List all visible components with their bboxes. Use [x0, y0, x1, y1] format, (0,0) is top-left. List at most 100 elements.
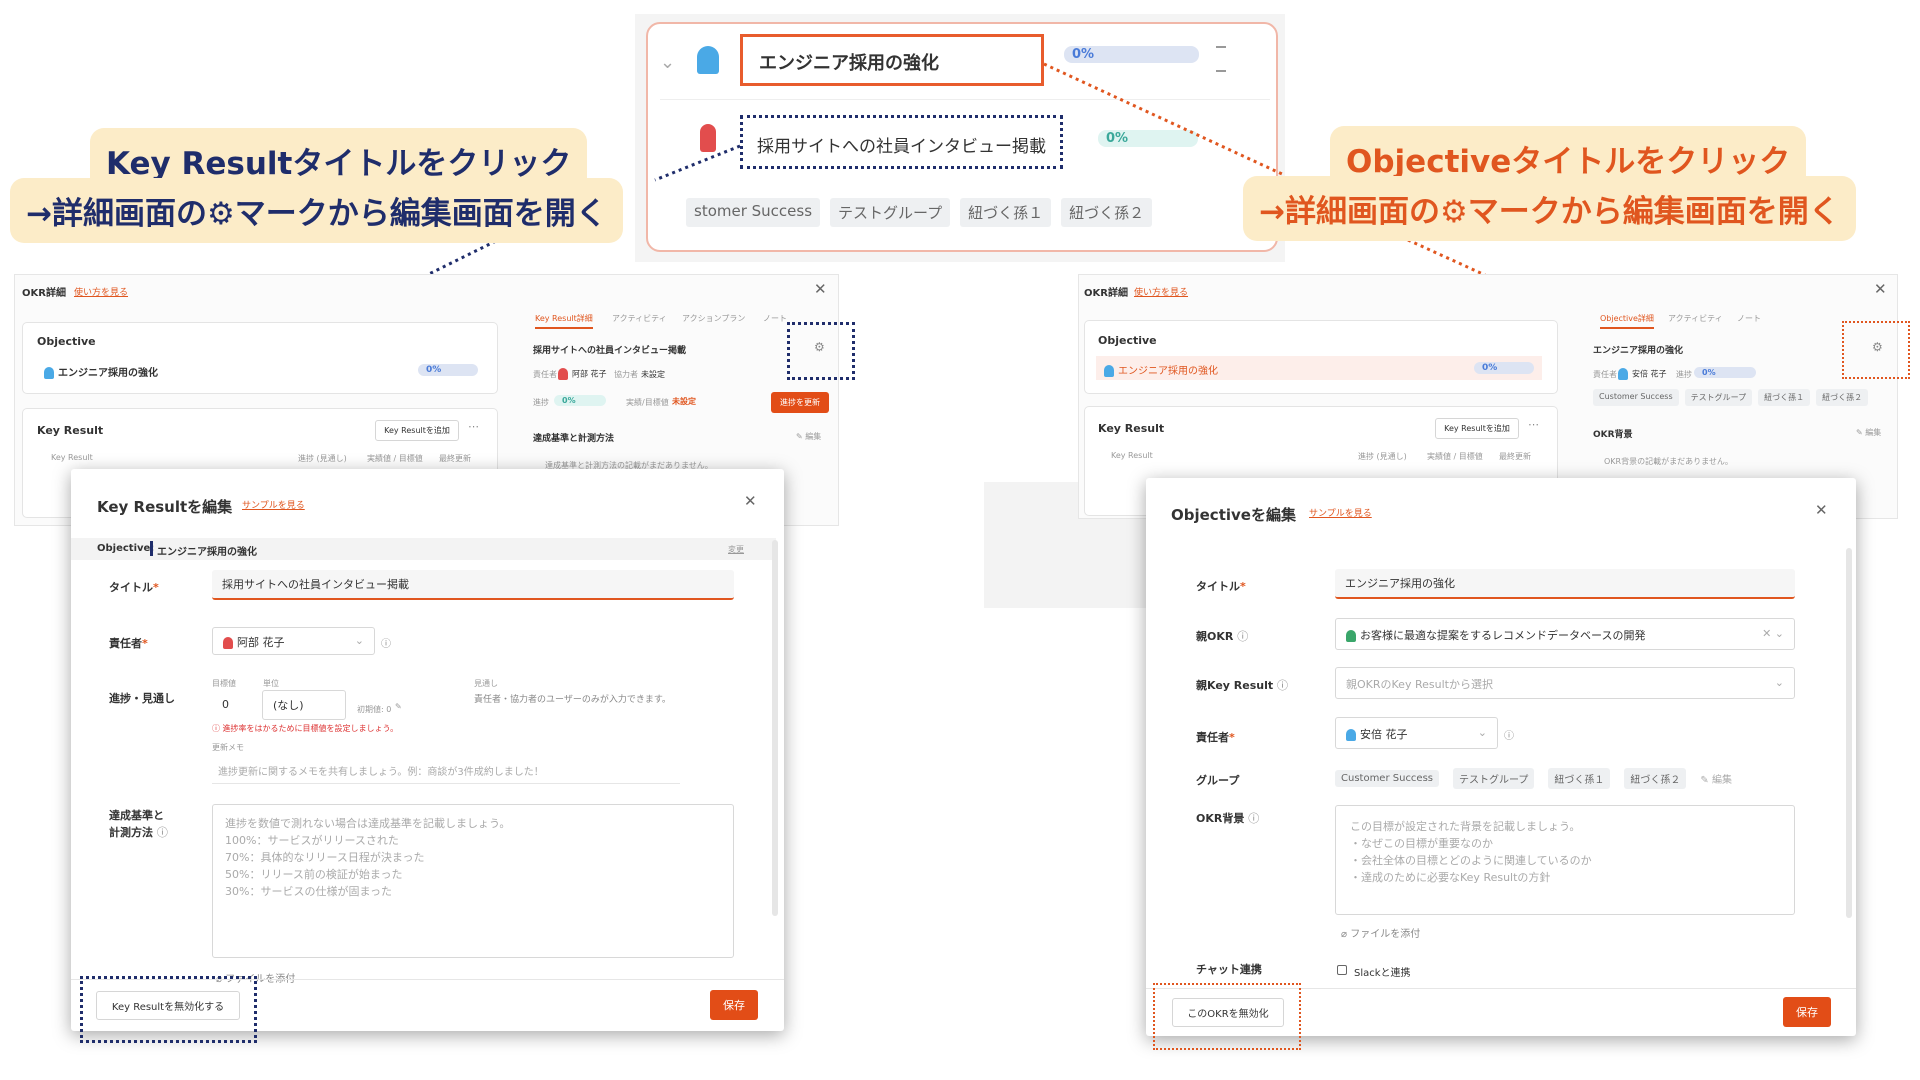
disable-kr-button[interactable]: Key Resultを無効化する [96, 991, 240, 1020]
help-icon[interactable]: ⓘ [381, 635, 391, 650]
obj-progress: 0% [1694, 367, 1756, 378]
bg-line: ・達成のために必要なKey Resultの方針 [1350, 871, 1551, 884]
target-input[interactable]: 0 [212, 692, 258, 720]
more-icon[interactable]: ⋯ [1528, 418, 1539, 431]
disable-okr-button[interactable]: このOKRを無効化 [1172, 998, 1284, 1027]
objective-title[interactable]: エンジニア採用の強化 [44, 364, 158, 379]
avatar-icon [223, 637, 233, 649]
parent-kr-label: 親Key Result ⓘ [1196, 677, 1288, 693]
owner-select[interactable]: 阿部 花子 ⌄ [212, 627, 375, 655]
bg-placeholder: OKR背景の記載がまだありません。 [1604, 457, 1733, 466]
memo-input[interactable]: 進捗更新に関するメモを共有しましょう。例：商談が3件成約しました！ [212, 758, 680, 784]
col-header: 最終更新 [439, 454, 471, 463]
tag: 紐づく孫２ [1624, 768, 1687, 789]
edit-link[interactable]: ✎ 編集 [796, 431, 821, 442]
more-icon[interactable]: ⋯ [468, 420, 479, 433]
clear-icon[interactable]: ✕ ⌄ [1762, 627, 1784, 640]
close-icon[interactable]: ✕ [744, 492, 757, 510]
tab-obj-detail[interactable]: Objective詳細 [1600, 313, 1654, 329]
tab-activity[interactable]: アクティビティ [1668, 313, 1723, 324]
change-link[interactable]: 変更 [728, 544, 744, 555]
avatar-icon [1346, 630, 1356, 642]
bg-line: ・なぜこの目標が重要なのか [1350, 837, 1493, 850]
gear-icon[interactable]: ⚙ [1872, 340, 1883, 354]
outlook-label: 見通し [474, 679, 498, 688]
objective-marker [150, 541, 153, 556]
close-icon[interactable]: ✕ [814, 280, 827, 298]
edit-link[interactable]: ✎ 編集 [1856, 427, 1881, 438]
owner-select-value: 阿部 花子 [237, 636, 285, 649]
tag: テストグループ [1684, 389, 1753, 406]
sample-link[interactable]: サンプルを見る [1309, 506, 1372, 519]
save-button[interactable]: 保存 [1783, 997, 1831, 1027]
group-edit-link[interactable]: ✎ 編集 [1700, 771, 1732, 786]
kr-section-label: Key Result [37, 424, 104, 437]
owner-select[interactable]: 安倍 花子 ⌄ [1335, 717, 1498, 749]
attach-link: ⌀ ファイルを添付 [1341, 925, 1420, 940]
title-input[interactable]: エンジニア採用の強化 [1335, 569, 1795, 599]
callout-kr-line2: →詳細画面の⚙マークから編集画面を開く [10, 178, 623, 243]
help-icon[interactable]: ⓘ [1277, 679, 1288, 692]
detail-header: OKR詳細 [22, 288, 66, 299]
edit-text[interactable]: 編集 [1865, 428, 1881, 437]
bg-line: この目標が設定された背景を記載しましょう。 [1350, 820, 1581, 833]
connector-obj-bottom [1407, 238, 1486, 277]
criteria-textarea[interactable]: 進捗を数値で測れない場合は達成基準を記載しましょう。 100%：サービスがリリー… [212, 804, 734, 958]
bg-title: OKR背景 [1593, 430, 1633, 440]
chevron-down-icon: ⌄ [1774, 676, 1784, 689]
pencil-icon[interactable]: ✎ [395, 702, 402, 711]
howto-link[interactable]: 使い方を見る [74, 285, 128, 298]
kr-detail-title[interactable]: 採用サイトへの社員インタビュー掲載 [533, 343, 686, 356]
initial-value: 初期値: 0 [357, 705, 392, 714]
obj-detail-title[interactable]: エンジニア採用の強化 [1593, 343, 1683, 356]
tab-note[interactable]: ノート [763, 313, 787, 324]
criteria-label-2-text: 計測方法 [109, 826, 153, 839]
owner-label-text: 責任者 [109, 637, 142, 650]
modal-title: Key Resultを編集 [97, 498, 233, 516]
scrollbar[interactable] [772, 540, 778, 916]
progress-label: 進捗 [533, 398, 549, 407]
owner-label: 責任者* [109, 637, 148, 650]
memo-label: 更新メモ [212, 743, 244, 752]
group-edit-text[interactable]: 編集 [1712, 775, 1732, 786]
criteria-line: 30%：サービスの仕様が固まった [225, 885, 393, 898]
sample-link[interactable]: サンプルを見る [242, 498, 305, 511]
scrollbar[interactable] [1846, 548, 1852, 918]
close-icon[interactable]: ✕ [1874, 280, 1887, 298]
tab-note[interactable]: ノート [1737, 313, 1761, 324]
help-icon[interactable]: ⓘ [157, 826, 168, 839]
bg-textarea[interactable]: この目標が設定された背景を記載しましょう。 ・なぜこの目標が重要なのか ・会社全… [1335, 805, 1795, 915]
help-icon[interactable]: ⓘ [1248, 812, 1259, 825]
title-input[interactable]: 採用サイトへの社員インタビュー掲載 [212, 570, 734, 600]
slack-checkbox[interactable] [1337, 965, 1347, 975]
unit-input[interactable]: (なし) [262, 690, 346, 720]
slack-label[interactable]: Slackと連携 [1354, 964, 1411, 979]
owner-label: 責任者 [533, 370, 557, 379]
chat-label: チャット連携 [1196, 963, 1262, 976]
objective-title-text[interactable]: エンジニア採用の強化 [58, 368, 158, 379]
parent-kr-select[interactable]: 親OKRのKey Resultから選択 ⌄ [1335, 667, 1795, 699]
owner-name: 阿部 花子 [572, 369, 607, 379]
owner-label: 責任者 [1593, 370, 1617, 379]
help-icon[interactable]: ⓘ [1504, 727, 1514, 742]
criteria-line: 70%：具体的なリリース日程が決まった [225, 851, 425, 864]
update-progress-button[interactable]: 進捗を更新 [771, 392, 829, 413]
objective-title[interactable]: エンジニア採用の強化 [1104, 362, 1218, 377]
tag: 紐づく孫１ [1548, 768, 1611, 789]
help-icon[interactable]: ⓘ [1237, 630, 1248, 643]
tab-actionplan[interactable]: アクションプラン [682, 313, 745, 324]
parent-okr-select[interactable]: お客様に最適な提案をするレコメンドデータベースの開発 ✕ ⌄ [1335, 618, 1795, 650]
howto-link[interactable]: 使い方を見る [1134, 285, 1188, 298]
save-button[interactable]: 保存 [710, 990, 758, 1020]
outlook-note: 責任者・協力者のユーザーのみが入力できます。 [474, 695, 671, 705]
gear-icon[interactable]: ⚙ [814, 340, 825, 354]
tab-activity[interactable]: アクティビティ [612, 313, 667, 324]
tab-kr-detail[interactable]: Key Result詳細 [535, 313, 593, 329]
add-kr-button[interactable]: Key Resultを追加 [1435, 418, 1519, 439]
close-icon[interactable]: ✕ [1815, 501, 1828, 519]
attach-text[interactable]: ファイルを添付 [1350, 929, 1420, 940]
add-kr-button[interactable]: Key Resultを追加 [375, 420, 459, 441]
objective-title-text[interactable]: エンジニア採用の強化 [1118, 366, 1218, 377]
tag: Customer Success [1593, 389, 1679, 406]
edit-text[interactable]: 編集 [805, 432, 821, 441]
